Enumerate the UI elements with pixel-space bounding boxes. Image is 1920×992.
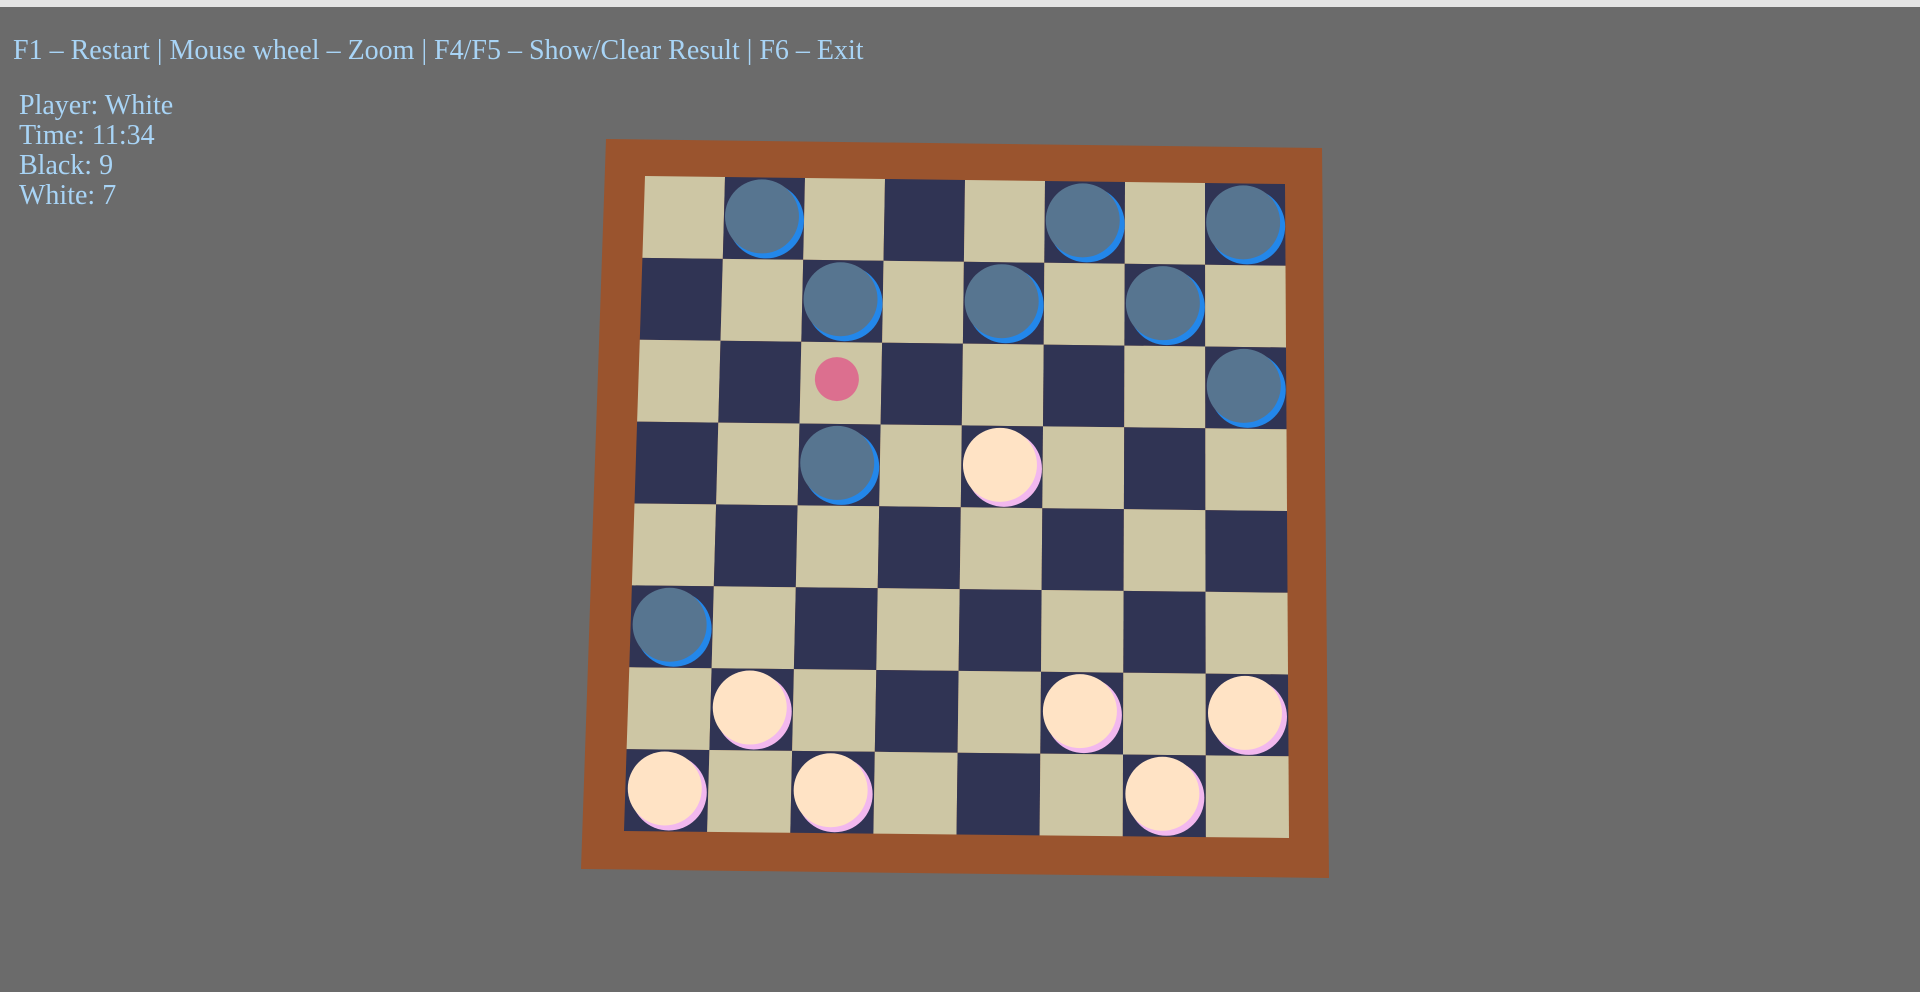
light-square[interactable]: [637, 339, 721, 423]
light-square[interactable]: [1041, 590, 1124, 673]
dark-square[interactable]: [634, 421, 719, 505]
light-square[interactable]: [711, 586, 796, 670]
dark-square[interactable]: [1043, 344, 1125, 428]
light-square[interactable]: [957, 670, 1041, 754]
light-square[interactable]: [1205, 428, 1287, 511]
light-square[interactable]: [1123, 672, 1206, 756]
light-square[interactable]: [1039, 753, 1123, 837]
light-square[interactable]: [707, 750, 793, 833]
piece-face: [1045, 183, 1120, 258]
board-squares-layer: [624, 176, 1289, 838]
dark-square[interactable]: [874, 670, 959, 753]
dark-square[interactable]: [718, 340, 802, 424]
piece-face: [724, 179, 799, 254]
checkers-board-view[interactable]: [0, 7, 1920, 992]
piece-face: [1125, 756, 1200, 831]
light-square[interactable]: [959, 507, 1043, 590]
dark-square[interactable]: [880, 342, 963, 426]
light-square[interactable]: [1042, 426, 1125, 510]
light-square[interactable]: [1124, 182, 1206, 265]
light-square[interactable]: [626, 667, 712, 750]
light-square[interactable]: [1205, 591, 1289, 675]
light-square[interactable]: [792, 669, 877, 752]
light-square[interactable]: [642, 176, 725, 259]
light-square[interactable]: [879, 424, 962, 508]
light-square[interactable]: [963, 180, 1045, 263]
light-square[interactable]: [803, 178, 885, 261]
piece-face: [1125, 266, 1200, 341]
game-viewport[interactable]: F1 – Restart | Mouse wheel – Zoom | F4/F…: [0, 7, 1920, 992]
dark-square[interactable]: [713, 504, 798, 588]
light-square[interactable]: [631, 503, 717, 587]
piece-face: [632, 587, 707, 662]
light-square[interactable]: [716, 422, 800, 506]
light-square[interactable]: [1043, 262, 1125, 346]
dark-square[interactable]: [877, 506, 961, 590]
dark-square[interactable]: [883, 179, 966, 262]
piece-face: [627, 751, 702, 826]
piece-face: [962, 427, 1037, 502]
light-square[interactable]: [1205, 755, 1289, 838]
window-top-strip: [0, 0, 1920, 7]
light-square[interactable]: [876, 588, 960, 671]
move-markers-layer: [814, 357, 859, 402]
piece-face: [712, 670, 787, 745]
light-square[interactable]: [1205, 264, 1286, 348]
piece-face: [800, 425, 875, 500]
light-square[interactable]: [1123, 509, 1206, 592]
move-target-marker[interactable]: [814, 357, 859, 402]
dark-square[interactable]: [1205, 510, 1288, 593]
dark-square[interactable]: [1123, 427, 1206, 511]
light-square[interactable]: [795, 505, 880, 589]
dark-square[interactable]: [793, 587, 878, 670]
dark-square[interactable]: [1123, 590, 1206, 674]
dark-square[interactable]: [639, 257, 723, 341]
piece-face: [793, 753, 868, 828]
dark-square[interactable]: [1041, 508, 1124, 591]
piece-face: [1207, 675, 1282, 750]
light-square[interactable]: [720, 258, 804, 342]
piece-face: [1206, 185, 1281, 260]
dark-square[interactable]: [956, 752, 1041, 836]
light-square[interactable]: [1124, 345, 1206, 429]
light-square[interactable]: [882, 260, 964, 344]
dark-square[interactable]: [958, 589, 1042, 672]
piece-face: [1042, 674, 1117, 749]
piece-face: [803, 262, 878, 337]
light-square[interactable]: [961, 343, 1044, 427]
piece-face: [964, 264, 1039, 339]
piece-face: [1206, 348, 1281, 423]
light-square[interactable]: [873, 751, 958, 835]
